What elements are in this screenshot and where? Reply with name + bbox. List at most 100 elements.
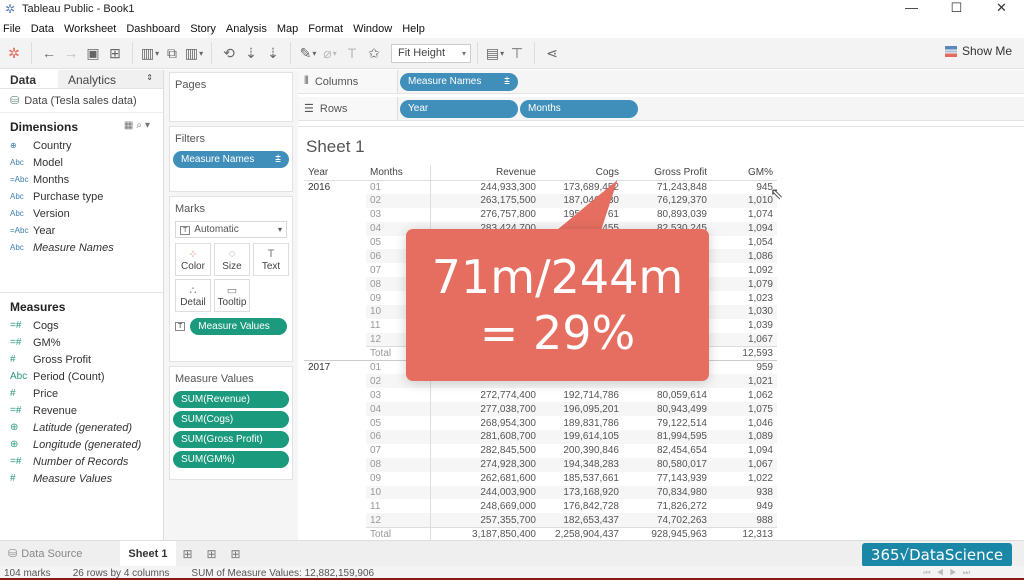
menu-window[interactable]: Window: [353, 23, 392, 35]
revenue-cell[interactable]: 262,681,600: [429, 471, 540, 486]
swap-rows-columns-icon[interactable]: ⟲: [218, 42, 240, 64]
highlight-icon[interactable]: ✎ ▾: [297, 42, 319, 64]
revenue-cell[interactable]: 244,003,900: [429, 485, 540, 500]
tab-analytics[interactable]: Analytics ⇕: [58, 70, 163, 88]
year-cell[interactable]: [304, 430, 366, 444]
gm-pct-cell[interactable]: 1,023: [711, 291, 777, 305]
cogs-cell[interactable]: 194,348,283: [540, 457, 623, 472]
year-cell[interactable]: [304, 208, 366, 222]
rows-shelf[interactable]: ☰ Rows Year Months: [298, 97, 1024, 121]
rows-pill-year[interactable]: Year: [400, 99, 518, 118]
fit-dropdown[interactable]: Fit Height ▾: [391, 43, 471, 63]
month-cell[interactable]: 02: [366, 193, 430, 208]
size-button[interactable]: ◌ Size: [214, 243, 250, 276]
gm-pct-cell[interactable]: 1,046: [711, 416, 777, 430]
show-cards-icon[interactable]: ▤ ▾: [484, 42, 506, 64]
menu-dashboard[interactable]: Dashboard: [126, 23, 180, 35]
new-story-icon[interactable]: ⊞: [224, 547, 248, 561]
measure-value-pill[interactable]: SUM(Gross Profit): [173, 431, 289, 448]
month-cell[interactable]: 09: [366, 472, 430, 486]
field-item[interactable]: Abc Model: [0, 154, 163, 171]
tab-data[interactable]: Data: [0, 70, 58, 88]
gm-pct-cell[interactable]: 1,075: [711, 402, 777, 417]
field-item[interactable]: # Gross Profit: [0, 351, 163, 368]
gross-profit-cell[interactable]: 82,454,654: [623, 444, 711, 458]
gm-pct-cell[interactable]: 945: [711, 180, 777, 194]
cogs-cell[interactable]: 182,653,437: [540, 513, 623, 528]
measure-values-pill[interactable]: Measure Values: [190, 318, 287, 335]
field-item[interactable]: =# Number of Records: [0, 453, 163, 470]
gm-pct-cell[interactable]: 1,067: [711, 332, 777, 347]
field-item[interactable]: ⊕ Country: [0, 137, 163, 154]
month-cell[interactable]: 08: [366, 457, 430, 472]
gm-pct-cell[interactable]: 1,092: [711, 263, 777, 277]
field-item[interactable]: =Abc Months: [0, 171, 163, 188]
field-item[interactable]: =# Cogs: [0, 317, 163, 334]
revenue-cell[interactable]: 272,774,400: [429, 388, 540, 403]
sort-descending-icon[interactable]: ⇣: [262, 42, 284, 64]
menu-format[interactable]: Format: [308, 23, 343, 35]
detail-button[interactable]: ∴ Detail: [175, 279, 211, 312]
text-button[interactable]: T Text: [253, 243, 289, 276]
presentation-mode-icon[interactable]: ⊤: [506, 42, 528, 64]
filter-pill[interactable]: Measure Names ⩲: [173, 151, 289, 168]
menu-analysis[interactable]: Analysis: [226, 23, 267, 35]
close-button[interactable]: ✕: [979, 0, 1024, 18]
columns-shelf[interactable]: ⦀ Columns Measure Names ⩲: [298, 70, 1024, 94]
measure-value-pill[interactable]: SUM(GM%): [173, 451, 289, 468]
year-cell[interactable]: [304, 305, 366, 319]
year-cell[interactable]: [304, 416, 366, 430]
gross-profit-cell[interactable]: 71,826,272: [623, 499, 711, 513]
cogs-cell[interactable]: 192,714,786: [540, 388, 623, 402]
year-cell[interactable]: [304, 374, 366, 388]
field-item[interactable]: =# GM%: [0, 334, 163, 351]
header-cogs[interactable]: Cogs: [540, 165, 623, 181]
gross-profit-cell[interactable]: 80,580,017: [623, 457, 711, 472]
month-cell[interactable]: 04: [366, 402, 430, 417]
menu-data[interactable]: Data: [31, 23, 54, 35]
field-item[interactable]: Abc Version: [0, 205, 163, 222]
gm-pct-cell[interactable]: 1,067: [711, 457, 777, 472]
month-cell[interactable]: 03: [366, 208, 430, 222]
cogs-cell[interactable]: 189,831,786: [540, 416, 623, 430]
gm-pct-cell[interactable]: 1,010: [711, 193, 777, 208]
gross-profit-cell[interactable]: 80,059,614: [623, 388, 711, 402]
pages-card[interactable]: Pages: [169, 72, 293, 122]
year-cell[interactable]: 2016: [304, 180, 366, 194]
new-datasource-icon[interactable]: ⊞: [104, 42, 126, 64]
revenue-cell[interactable]: 277,038,700: [429, 402, 540, 417]
group-members-icon[interactable]: ⌀ ▾: [319, 42, 341, 64]
duplicate-sheet-icon[interactable]: ⧉: [161, 42, 183, 64]
revenue-cell[interactable]: 281,608,700: [429, 430, 540, 444]
revenue-cell[interactable]: 274,928,300: [429, 457, 540, 472]
menu-file[interactable]: File: [3, 23, 21, 35]
menu-help[interactable]: Help: [402, 23, 425, 35]
gm-pct-cell[interactable]: 1,094: [711, 444, 777, 458]
gm-pct-cell[interactable]: 1,089: [711, 430, 777, 444]
revenue-cell[interactable]: 244,933,300: [429, 180, 540, 194]
gm-pct-cell[interactable]: 1,030: [711, 305, 777, 319]
gross-profit-cell[interactable]: 77,143,939: [623, 472, 711, 486]
cogs-cell[interactable]: 173,168,920: [540, 485, 623, 500]
gm-pct-cell[interactable]: 949: [711, 499, 777, 513]
cogs-cell[interactable]: 185,537,661: [540, 472, 623, 486]
field-item[interactable]: =Abc Year: [0, 222, 163, 239]
cogs-cell[interactable]: 196,095,201: [540, 402, 623, 417]
month-cell[interactable]: 01: [366, 180, 430, 194]
share-icon[interactable]: ⋖: [541, 42, 563, 64]
header-months[interactable]: Months: [366, 165, 430, 181]
field-item[interactable]: Abc Measure Names: [0, 239, 163, 256]
measure-value-pill[interactable]: SUM(Cogs): [173, 411, 289, 428]
minimize-button[interactable]: —: [889, 0, 934, 18]
filters-card[interactable]: Filters Measure Names ⩲: [169, 126, 293, 192]
year-cell[interactable]: [304, 513, 366, 527]
chevron-down-icon[interactable]: ▾: [145, 120, 153, 131]
search-icon[interactable]: ⌕: [136, 120, 145, 131]
new-worksheet-icon[interactable]: ▥ ▾: [139, 42, 161, 64]
field-item[interactable]: # Price: [0, 385, 163, 402]
field-item[interactable]: # Measure Values: [0, 470, 163, 487]
show-mark-labels-icon[interactable]: T: [341, 42, 363, 64]
mark-type-dropdown[interactable]: T Automatic ▾: [175, 221, 287, 238]
revenue-cell[interactable]: 282,845,500: [429, 443, 540, 458]
header-revenue[interactable]: Revenue: [429, 165, 540, 181]
